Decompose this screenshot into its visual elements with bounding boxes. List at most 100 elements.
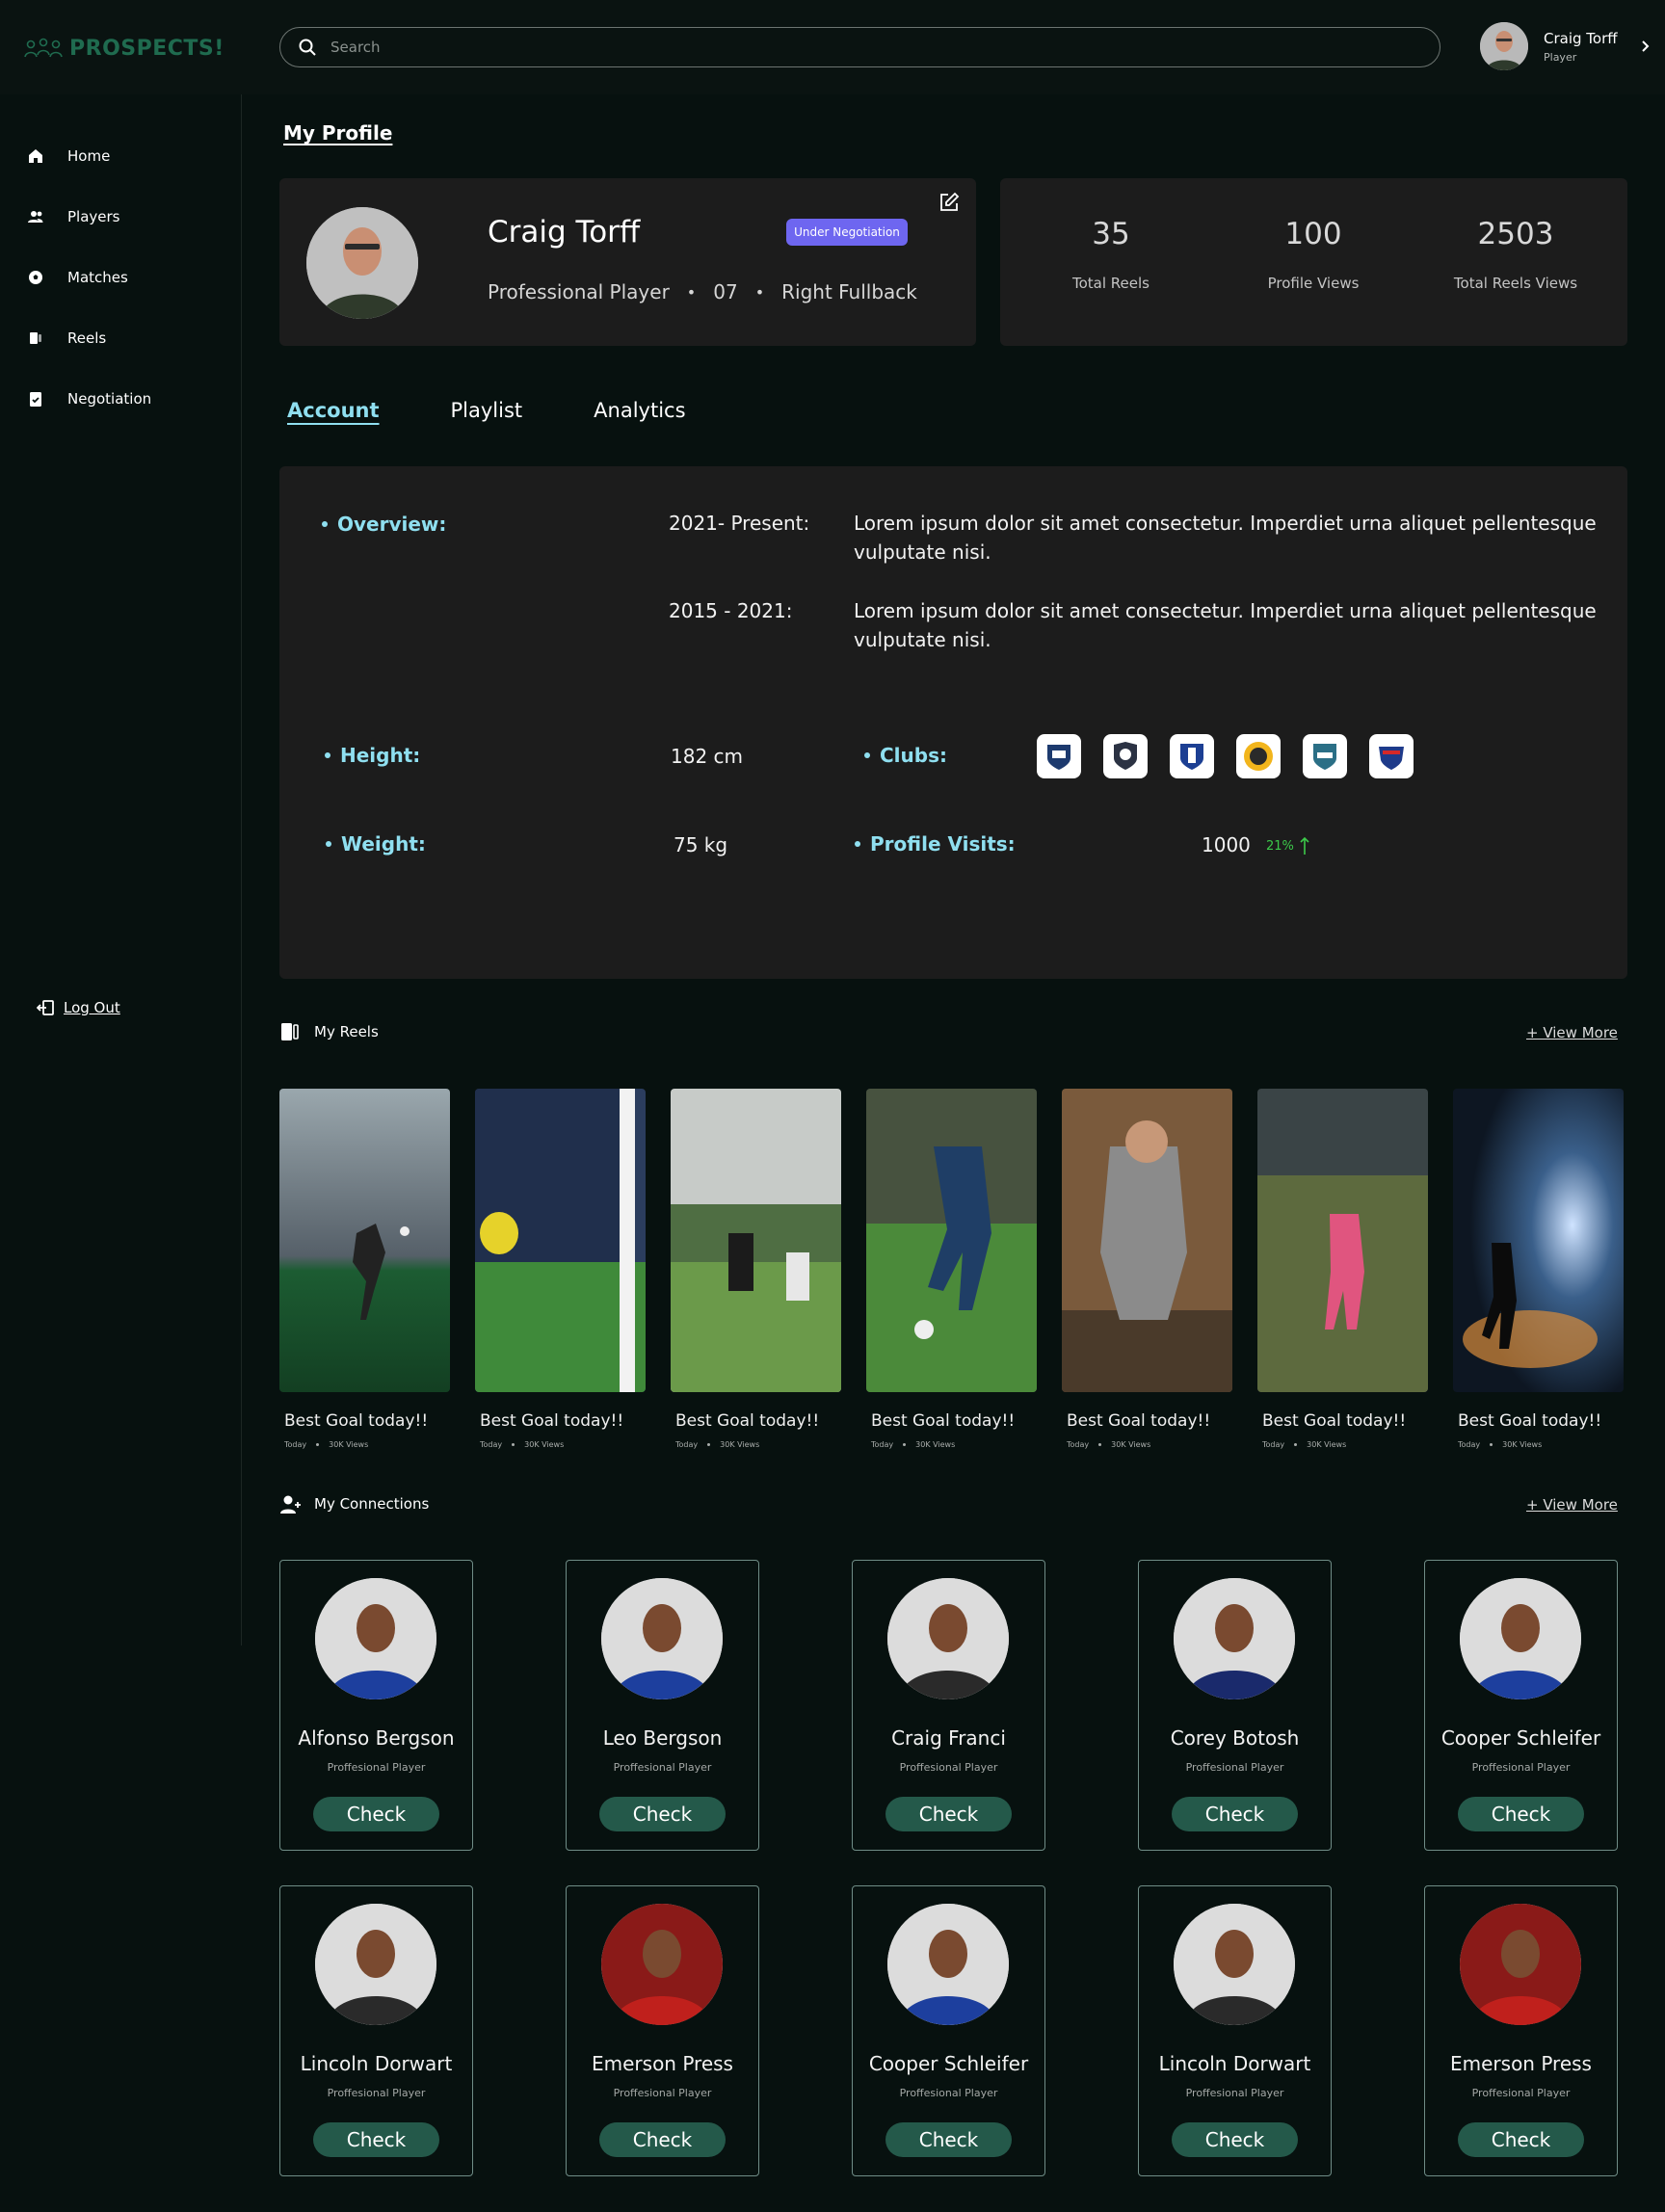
club-logo[interactable] — [1369, 734, 1414, 778]
check-button[interactable]: Check — [313, 1797, 439, 1831]
reel-card[interactable]: Best Goal today!! Today 30K Views — [671, 1089, 841, 1449]
connection-name: Lincoln Dorwart — [1158, 2052, 1311, 2075]
connection-card: Craig Franci Proffesional Player Check — [852, 1560, 1045, 1851]
reel-thumbnail[interactable] — [671, 1089, 841, 1392]
connection-role: Proffesional Player — [613, 1761, 712, 1774]
connection-avatar — [601, 1904, 723, 2025]
sidebar-item-reels[interactable]: Reels — [27, 307, 151, 368]
bullet — [322, 521, 328, 527]
connection-role: Proffesional Player — [1185, 2087, 1284, 2099]
club-logo[interactable] — [1303, 734, 1347, 778]
stat-value: 35 — [1092, 217, 1130, 251]
bullet — [326, 841, 331, 847]
connection-card: Alfonso Bergson Proffesional Player Check — [279, 1560, 473, 1851]
logout-link[interactable]: Log Out — [37, 998, 120, 1017]
check-button[interactable]: Check — [599, 1797, 726, 1831]
clubs-label: Clubs: — [864, 744, 947, 767]
tab-account[interactable]: Account — [287, 399, 380, 422]
connection-avatar — [1174, 1904, 1295, 2025]
sidebar-item-negotiation[interactable]: Negotiation — [27, 368, 151, 429]
tab-playlist[interactable]: Playlist — [451, 399, 523, 422]
reel-card[interactable]: Best Goal today!! Today 30K Views — [475, 1089, 646, 1449]
reel-card[interactable]: Best Goal today!! Today 30K Views — [279, 1089, 450, 1449]
reel-title: Best Goal today!! — [480, 1411, 624, 1431]
bullet — [855, 841, 860, 847]
club-crest-icon — [1180, 744, 1203, 770]
connection-role: Proffesional Player — [613, 2087, 712, 2099]
profile-number: 07 — [713, 280, 738, 303]
check-button[interactable]: Check — [1172, 2122, 1298, 2157]
search-input[interactable] — [330, 39, 1440, 56]
reel-thumbnail[interactable] — [1257, 1089, 1428, 1392]
logo-icon — [24, 38, 63, 58]
reel-meta: Today 30K Views — [1067, 1440, 1151, 1449]
clipboard-icon — [30, 391, 41, 407]
bullet — [864, 752, 870, 758]
profile-card: Craig Torff Under Negotiation Profession… — [279, 178, 976, 346]
arrow-up-icon — [1300, 836, 1309, 855]
connection-name: Cooper Schleifer — [1440, 1726, 1601, 1750]
reel-thumbnail[interactable] — [475, 1089, 646, 1392]
account-card: Overview: 2021- Present: Lorem ipsum dol… — [279, 466, 1627, 979]
reel-thumbnail[interactable] — [279, 1089, 450, 1392]
sidebar-item-label: Reels — [67, 329, 107, 347]
logout-icon — [37, 1000, 54, 1015]
club-logo[interactable] — [1037, 734, 1081, 778]
sidebar-item-players[interactable]: Players — [27, 186, 151, 247]
sidebar-item-label: Home — [67, 146, 111, 165]
profile-meta: Professional Player • 07 • Right Fullbac… — [488, 280, 917, 303]
check-button[interactable]: Check — [1458, 2122, 1584, 2157]
club-logo[interactable] — [1170, 734, 1214, 778]
reels-section-header: My Reels — [279, 1021, 379, 1042]
reel-thumbnail[interactable] — [1453, 1089, 1624, 1392]
connection-role: Proffesional Player — [1471, 2087, 1571, 2099]
connection-avatar — [887, 1578, 1009, 1699]
check-button[interactable]: Check — [599, 2122, 726, 2157]
edit-icon[interactable] — [938, 192, 960, 213]
connections-section-header: My Connections — [279, 1493, 429, 1514]
club-crest-icon — [1313, 744, 1336, 770]
reels-view-more-link[interactable]: + View More — [1526, 1024, 1618, 1041]
separator-dot: • — [754, 282, 765, 302]
connection-name: Corey Botosh — [1170, 1726, 1300, 1750]
check-button[interactable]: Check — [313, 2122, 439, 2157]
check-button[interactable]: Check — [1172, 1797, 1298, 1831]
check-button[interactable]: Check — [1458, 1797, 1584, 1831]
search-bar[interactable] — [279, 27, 1440, 67]
club-logo[interactable] — [1103, 734, 1148, 778]
reel-card[interactable]: Best Goal today!! Today 30K Views — [1257, 1089, 1428, 1449]
check-button[interactable]: Check — [885, 2122, 1012, 2157]
sidebar-item-home[interactable]: Home — [27, 125, 151, 186]
connection-card: Cooper Schleifer Proffesional Player Check — [1424, 1560, 1618, 1851]
weight-value: 75 kg — [674, 833, 728, 856]
stat-total-reels-views: 2503 Total Reels Views — [1414, 217, 1617, 292]
user-menu[interactable]: Craig Torff Player — [1480, 21, 1652, 71]
connection-avatar — [1460, 1904, 1581, 2025]
check-button[interactable]: Check — [885, 1797, 1012, 1831]
connection-card: Emerson Press Proffesional Player Check — [566, 1885, 759, 2176]
profile-visits-label: Profile Visits: — [855, 832, 1016, 856]
reel-icon — [281, 1023, 299, 1040]
height-label: Height: — [325, 744, 420, 767]
search-icon — [299, 39, 316, 56]
profile-position: Right Fullback — [781, 280, 917, 303]
club-crest-icon — [1047, 745, 1070, 770]
reel-thumbnail[interactable] — [866, 1089, 1037, 1392]
club-logo[interactable] — [1236, 734, 1281, 778]
connection-role: Proffesional Player — [1185, 1761, 1284, 1774]
connections-view-more-link[interactable]: + View More — [1526, 1496, 1618, 1514]
user-avatar — [1480, 22, 1528, 70]
sidebar-item-matches[interactable]: Matches — [27, 247, 151, 307]
reel-card[interactable]: Best Goal today!! Today 30K Views — [866, 1089, 1037, 1449]
stats-card: 35 Total Reels 100 Profile Views 2503 To… — [1000, 178, 1627, 346]
brand-logo[interactable]: PROSPECTS! — [23, 35, 225, 62]
sidebar-item-label: Negotiation — [67, 389, 152, 408]
chevron-right-icon[interactable] — [1639, 40, 1652, 53]
tab-analytics[interactable]: Analytics — [594, 399, 685, 422]
reel-thumbnail[interactable] — [1062, 1089, 1232, 1392]
reel-card[interactable]: Best Goal today!! Today 30K Views — [1062, 1089, 1232, 1449]
reel-meta: Today 30K Views — [675, 1440, 760, 1449]
reel-card[interactable]: Best Goal today!! Today 30K Views — [1453, 1089, 1624, 1449]
history-period: 2015 - 2021: — [669, 599, 793, 622]
separator-dot: • — [686, 282, 697, 302]
